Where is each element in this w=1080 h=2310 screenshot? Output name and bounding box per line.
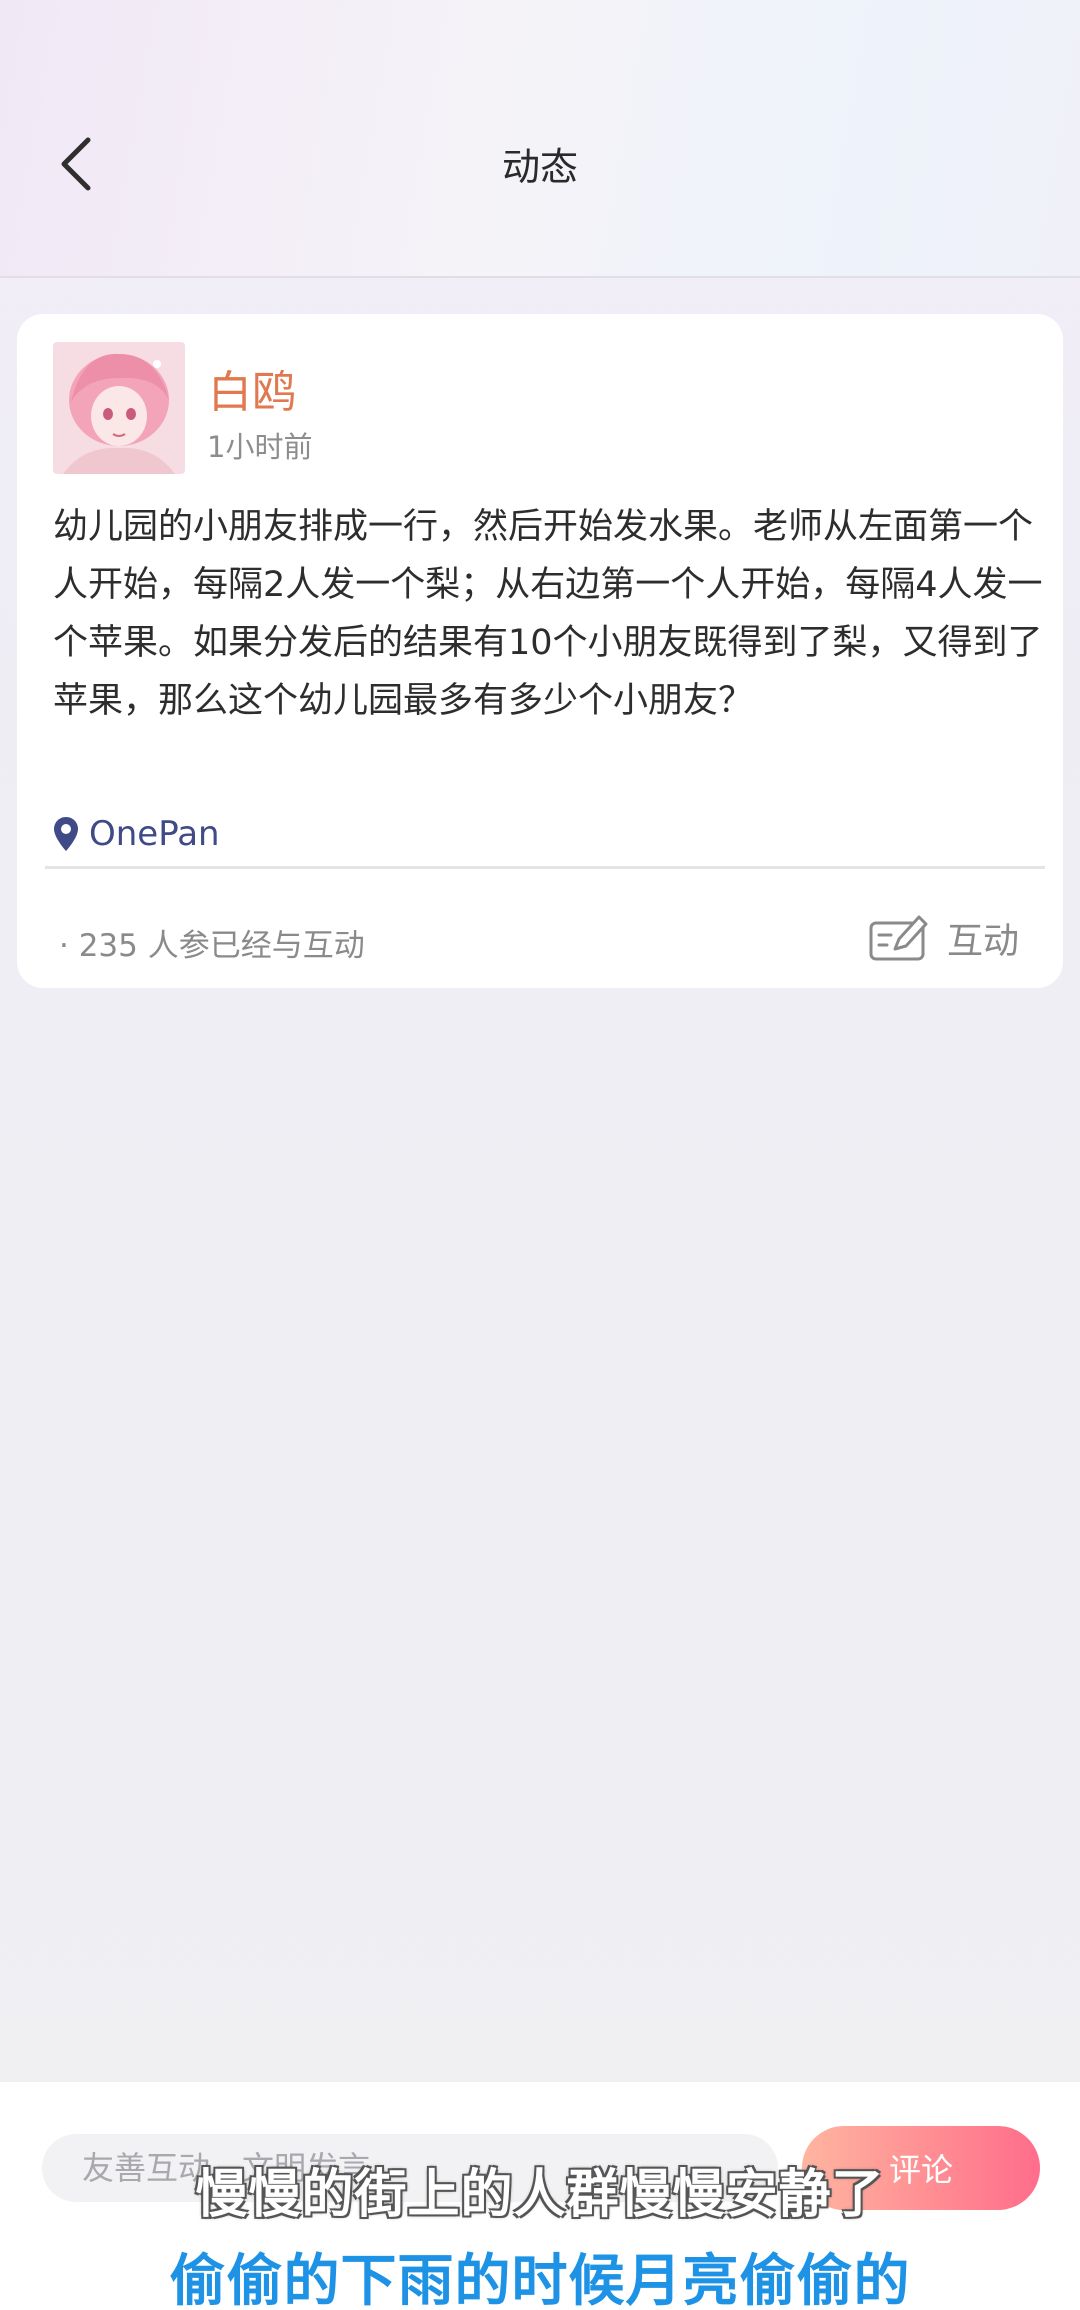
video-subtitle-line-2: 偷偷的下雨的时候月亮偷偷的	[169, 2249, 911, 2310]
location-pin-icon	[54, 817, 78, 851]
post-card: 白鸥 1小时前 幼儿园的小朋友排成一行，然后开始发水果。老师从左面第一个人开始，…	[17, 314, 1063, 988]
interact-button[interactable]: 互动	[869, 906, 1049, 970]
post-timestamp: 1小时前	[207, 430, 313, 464]
divider	[45, 866, 1045, 869]
interaction-count: · 235 人参已经与互动	[59, 928, 365, 964]
location-label: OnePan	[89, 814, 220, 854]
post-content: 幼儿园的小朋友排成一行，然后开始发水果。老师从左面第一个人开始，每隔2人发一个梨…	[53, 507, 1043, 721]
location-tag[interactable]: OnePan	[53, 812, 220, 856]
avatar[interactable]	[53, 342, 185, 474]
video-subtitle-line-1: 慢慢的街上的人群慢慢安静了	[195, 2165, 885, 2225]
top-navigation-bar: 动态	[0, 0, 1080, 278]
interact-label: 互动	[947, 921, 1020, 962]
username[interactable]: 白鸥	[208, 356, 296, 420]
page-title: 动态	[501, 145, 578, 189]
edit-note-icon	[869, 915, 928, 961]
